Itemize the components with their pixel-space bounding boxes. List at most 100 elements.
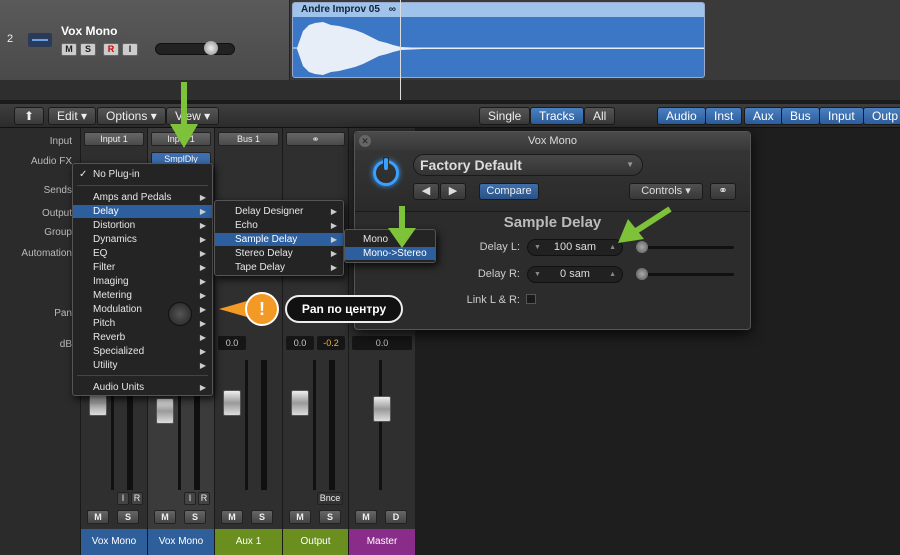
link-icon[interactable]: ⚭ bbox=[286, 132, 345, 146]
menu-item-label: Modulation bbox=[93, 304, 142, 315]
menu-item-delay-designer[interactable]: Delay Designer ▶ bbox=[215, 205, 343, 218]
bounce-button[interactable]: Bnce bbox=[317, 492, 343, 505]
loop-icon: ∞ bbox=[388, 4, 396, 15]
solo-button[interactable]: S bbox=[319, 510, 341, 524]
record-enable-button[interactable]: R bbox=[131, 492, 143, 505]
slider-knob[interactable] bbox=[636, 268, 648, 280]
mute-button[interactable]: M bbox=[355, 510, 377, 524]
menu-item-audio-units[interactable]: Audio Units ▶ bbox=[73, 381, 212, 394]
input-monitor-button[interactable]: I bbox=[184, 492, 196, 505]
menu-item-delay[interactable]: Delay ▶ bbox=[73, 205, 212, 218]
volume-value[interactable]: 0.0 bbox=[352, 336, 412, 350]
solo-button[interactable]: S bbox=[251, 510, 273, 524]
menu-item-dynamics[interactable]: Dynamics ▶ bbox=[73, 233, 212, 246]
menu-item-label: Audio Units bbox=[93, 382, 145, 393]
preset-label: Factory Default bbox=[420, 157, 522, 173]
solo-button[interactable]: S bbox=[117, 510, 139, 524]
decrement-icon[interactable]: ▼ bbox=[534, 267, 541, 282]
menu-item-imaging[interactable]: Imaging ▶ bbox=[73, 275, 212, 288]
mute-button[interactable]: M bbox=[221, 510, 243, 524]
solo-button[interactable]: S bbox=[184, 510, 206, 524]
decrement-icon[interactable]: ▼ bbox=[534, 240, 541, 255]
menu-item-echo[interactable]: Echo ▶ bbox=[215, 219, 343, 232]
track-name[interactable]: Vox Mono bbox=[61, 24, 117, 38]
audio-region[interactable]: Andre Improv 05 ∞ bbox=[292, 2, 705, 78]
delay-l-slider[interactable] bbox=[636, 241, 734, 253]
options-menu[interactable]: Options ▾ bbox=[97, 107, 166, 125]
mute-button[interactable]: M bbox=[61, 43, 77, 56]
power-icon[interactable] bbox=[373, 157, 399, 186]
delay-l-value-text: 100 sam bbox=[553, 241, 597, 253]
volume-fader[interactable] bbox=[291, 390, 309, 416]
previous-preset-button[interactable]: ◀ bbox=[413, 183, 439, 200]
menu-item-reverb[interactable]: Reverb ▶ bbox=[73, 331, 212, 344]
volume-value[interactable]: 0.0 bbox=[286, 336, 314, 350]
green-arrow-icon bbox=[170, 82, 198, 148]
filter-bus[interactable]: Bus bbox=[781, 107, 820, 125]
filter-output[interactable]: Outp bbox=[863, 107, 900, 125]
increment-icon[interactable]: ▲ bbox=[609, 267, 616, 282]
plugin-titlebar[interactable]: ✕ Vox Mono bbox=[355, 132, 750, 150]
filter-inst[interactable]: Inst bbox=[705, 107, 743, 125]
compare-button[interactable]: Compare bbox=[479, 183, 539, 200]
input-monitor-button[interactable]: I bbox=[122, 43, 138, 56]
strip-name[interactable]: Aux 1 bbox=[215, 529, 282, 555]
solo-button[interactable]: S bbox=[80, 43, 96, 56]
menu-item-label: Echo bbox=[235, 220, 258, 231]
mute-button[interactable]: M bbox=[87, 510, 109, 524]
strip-name[interactable]: Master bbox=[349, 529, 415, 555]
menu-item-eq[interactable]: EQ ▶ bbox=[73, 247, 212, 260]
submenu-arrow-icon: ▶ bbox=[199, 383, 206, 392]
track-header[interactable]: 2 Vox Mono M S R I bbox=[0, 0, 290, 80]
link-icon[interactable]: ⚭ bbox=[710, 183, 736, 200]
menu-item-no-plugin[interactable]: ✓ No Plug-in bbox=[73, 168, 212, 181]
menu-item-specialized[interactable]: Specialized ▶ bbox=[73, 345, 212, 358]
playhead[interactable] bbox=[400, 0, 401, 100]
volume-value[interactable]: 0.0 bbox=[218, 336, 246, 350]
input-slot[interactable]: Bus 1 bbox=[218, 132, 279, 146]
input-monitor-button[interactable]: I bbox=[117, 492, 129, 505]
menu-item-metering[interactable]: Metering ▶ bbox=[73, 289, 212, 302]
volume-fader[interactable] bbox=[373, 396, 391, 422]
delay-l-value[interactable]: ▼ 100 sam ▲ bbox=[527, 239, 623, 256]
volume-fader[interactable] bbox=[223, 390, 241, 416]
dim-button[interactable]: D bbox=[385, 510, 407, 524]
input-slot[interactable]: Input 1 bbox=[84, 132, 144, 146]
link-lr-checkbox[interactable] bbox=[526, 294, 536, 304]
menu-item-filter[interactable]: Filter ▶ bbox=[73, 261, 212, 274]
volume-knob[interactable] bbox=[204, 41, 218, 55]
tracks-button[interactable]: Tracks bbox=[530, 107, 584, 125]
menu-item-pitch[interactable]: Pitch ▶ bbox=[73, 317, 212, 330]
all-button[interactable]: All bbox=[584, 107, 616, 125]
filter-aux[interactable]: Aux bbox=[744, 107, 783, 125]
menu-item-sample-delay[interactable]: Sample Delay ▶ bbox=[215, 233, 343, 246]
volume-fader[interactable] bbox=[156, 398, 174, 424]
warning-icon: ! bbox=[245, 292, 279, 326]
menu-item-distortion[interactable]: Distortion ▶ bbox=[73, 219, 212, 232]
track-volume-slider[interactable] bbox=[155, 41, 235, 55]
next-preset-button[interactable]: ▶ bbox=[440, 183, 466, 200]
preset-dropdown[interactable]: Factory Default ▼ bbox=[413, 154, 643, 176]
strip-name[interactable]: Vox Mono bbox=[148, 529, 214, 555]
menu-item-stereo-delay[interactable]: Stereo Delay ▶ bbox=[215, 247, 343, 260]
controls-dropdown[interactable]: Controls ▾ bbox=[629, 183, 703, 200]
filter-audio[interactable]: Audio bbox=[657, 107, 706, 125]
filter-input[interactable]: Input bbox=[819, 107, 864, 125]
record-enable-button[interactable]: R bbox=[198, 492, 210, 505]
menu-item-label: Distortion bbox=[93, 220, 136, 231]
menu-item-amps[interactable]: Amps and Pedals ▶ bbox=[73, 191, 212, 204]
mute-button[interactable]: M bbox=[289, 510, 311, 524]
menu-item-utility[interactable]: Utility ▶ bbox=[73, 359, 212, 372]
edit-menu[interactable]: Edit ▾ bbox=[48, 107, 97, 125]
delay-r-slider[interactable] bbox=[636, 268, 734, 280]
menu-item-tape-delay[interactable]: Tape Delay ▶ bbox=[215, 261, 343, 274]
delay-r-value[interactable]: ▼ 0 sam ▲ bbox=[527, 266, 623, 283]
up-arrow-icon[interactable]: ⬆ bbox=[14, 107, 44, 125]
fader-track bbox=[245, 360, 248, 490]
mute-button[interactable]: M bbox=[154, 510, 176, 524]
strip-name[interactable]: Output bbox=[283, 529, 348, 555]
pan-knob[interactable] bbox=[168, 302, 192, 326]
single-button[interactable]: Single bbox=[479, 107, 531, 125]
strip-name[interactable]: Vox Mono bbox=[81, 529, 147, 555]
record-enable-button[interactable]: R bbox=[103, 43, 119, 56]
